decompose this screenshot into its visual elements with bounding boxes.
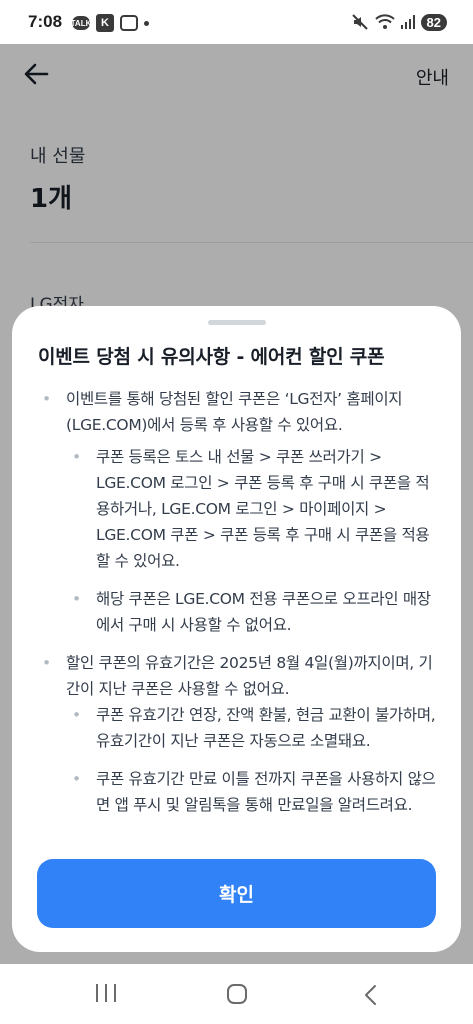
recents-icon[interactable] (96, 984, 116, 1004)
system-navigation-bar (0, 964, 473, 1024)
home-icon[interactable] (227, 984, 247, 1004)
notice-sub-item: 쿠폰 유효기간 만료 이틀 전까지 쿠폰을 사용하지 않으면 앱 푸시 및 알림… (38, 766, 440, 818)
wifi-icon (374, 14, 395, 29)
more-notifications-dot-icon (144, 20, 149, 26)
system-back-icon[interactable] (362, 984, 378, 1006)
notice-sub-item: 해당 쿠폰은 LGE.COM 전용 쿠폰으로 오프라인 매장에서 구매 시 사용… (38, 586, 440, 638)
notice-sub-item: 쿠폰 등록은 토스 내 선물 > 쿠폰 쓰러가기 > LGE.COM 로그인 >… (38, 444, 440, 574)
notification-icons: TALK K (71, 14, 149, 32)
notice-item: 할인 쿠폰의 유효기간은 2025년 8월 4일(월)까지이며, 기간이 지난 … (38, 650, 440, 702)
status-time: 7:08 (28, 12, 63, 31)
signal-icon (400, 15, 415, 29)
system-status-icons: 82 (351, 13, 447, 31)
notice-sub-item: 쿠폰 유효기간 연장, 잔액 환불, 현금 교환이 불가하며, 유효기간이 지난… (38, 702, 440, 754)
k-app-icon: K (96, 14, 114, 32)
status-bar: 7:08 TALK K 82 (0, 0, 473, 44)
talk-icon: TALK (71, 16, 91, 30)
battery-indicator: 82 (420, 13, 447, 31)
mute-icon (351, 14, 368, 30)
notice-item: 이벤트를 통해 당첨된 할인 쿠폰은 ‘LG전자’ 홈페이지(LGE.COM)에… (38, 386, 440, 438)
confirm-button[interactable]: 확인 (37, 859, 436, 928)
sheet-title: 이벤트 당첨 시 유의사항 - 에어컨 할인 쿠폰 (38, 346, 385, 368)
notice-bottom-sheet: 이벤트 당첨 시 유의사항 - 에어컨 할인 쿠폰 이벤트를 통해 당첨된 할인… (12, 306, 461, 952)
screenshot-icon (120, 15, 138, 31)
sheet-drag-handle[interactable] (208, 320, 266, 325)
notice-list: 이벤트를 통해 당첨된 할인 쿠폰은 ‘LG전자’ 홈페이지(LGE.COM)에… (38, 386, 440, 818)
